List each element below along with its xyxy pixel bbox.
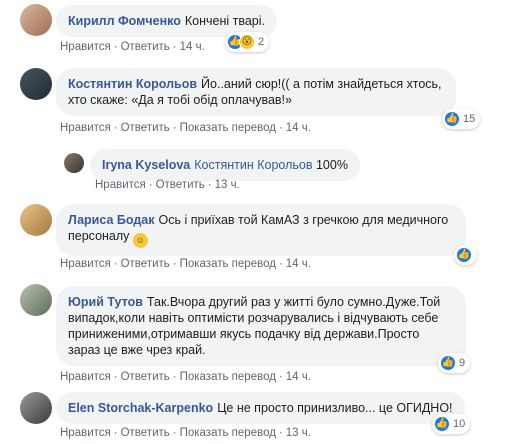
timestamp[interactable]: 14 ч.	[286, 258, 311, 270]
reaction-summary[interactable]: 👍 😮 2	[225, 32, 270, 52]
comment-author[interactable]: Elen Storchak-Karpenko	[68, 401, 213, 415]
reply-link[interactable]: Ответить	[156, 179, 205, 191]
reply-link[interactable]: Ответить	[121, 41, 170, 53]
reply-link[interactable]: Ответить	[121, 427, 170, 439]
comment-text: Кончені тварі.	[184, 14, 266, 28]
comment: Костянтин Корольов Йо..аний сюр!(( а поті…	[0, 62, 511, 142]
reply: Iryna Kyselova Костянтин Корольов 100% Нр…	[0, 145, 511, 195]
timestamp[interactable]: 14 ч.	[180, 41, 205, 53]
comment-actions: Нравится · Ответить · 14 ч.	[60, 41, 205, 53]
reaction-summary[interactable]: 👍 10	[432, 414, 471, 434]
mention[interactable]: Костянтин Корольов	[194, 158, 312, 172]
comment: Elen Storchak-Karpenko Це не просто прини…	[0, 390, 511, 444]
comment-author[interactable]: Юрий Тутов	[68, 295, 143, 309]
timestamp[interactable]: 13 ч.	[286, 427, 311, 439]
like-link[interactable]: Нравится	[60, 41, 111, 53]
avatar[interactable]	[20, 284, 52, 316]
reaction-count: 9	[459, 357, 466, 369]
comment-text: Це не просто принизливо... це ОГИДНО!	[217, 401, 453, 415]
comment-bubble: Iryna Kyselova Костянтин Корольов 100%	[90, 149, 360, 181]
reply-link[interactable]: Ответить	[121, 122, 170, 134]
see-translation-link[interactable]: Показать перевод	[180, 371, 276, 383]
reaction-summary[interactable]: 👍	[454, 245, 477, 265]
comment-bubble: Юрий Тутов Так.Вчора другий раз у житті б…	[56, 286, 466, 366]
avatar[interactable]	[64, 153, 84, 173]
see-translation-link[interactable]: Показать перевод	[180, 122, 276, 134]
comment-actions: Нравится · Ответить · Показать перевод · 14 ч.	[60, 122, 311, 134]
like-icon: 👍	[456, 247, 472, 263]
reaction-count: 2	[258, 36, 265, 48]
like-link[interactable]: Нравится	[60, 427, 111, 439]
see-translation-link[interactable]: Показать перевод	[180, 427, 276, 439]
comment-bubble: Elen Storchak-Karpenko Це не просто прини…	[56, 392, 465, 424]
comment-author[interactable]: Кирилл Фомченко	[68, 14, 181, 28]
reaction-count: 15	[463, 113, 476, 125]
avatar[interactable]	[20, 68, 52, 100]
avatar[interactable]	[20, 392, 52, 424]
comment: Юрий Тутов Так.Вчора другий раз у житті б…	[0, 280, 511, 386]
comment: Лариса Бодак Ось і приїхав той КамАЗ з гр…	[0, 198, 511, 272]
reply-link[interactable]: Ответить	[121, 371, 170, 383]
comment-actions: Нравится · Ответить · Показать перевод · 14 ч.	[60, 258, 311, 270]
reaction-summary[interactable]: 👍 9	[438, 353, 471, 373]
comment-bubble: Костянтин Корольов Йо..аний сюр!(( а поті…	[56, 68, 456, 116]
see-translation-link[interactable]: Показать перевод	[180, 258, 276, 270]
like-link[interactable]: Нравится	[60, 371, 111, 383]
like-icon: 👍	[434, 416, 450, 432]
like-link[interactable]: Нравится	[60, 258, 111, 270]
comment-author[interactable]: Iryna Kyselova	[102, 158, 190, 172]
reaction-summary[interactable]: 👍 15	[442, 109, 481, 129]
like-link[interactable]: Нравится	[95, 179, 146, 191]
avatar[interactable]	[20, 204, 52, 236]
avatar[interactable]	[20, 4, 52, 36]
like-link[interactable]: Нравится	[60, 122, 111, 134]
timestamp[interactable]: 14 ч.	[286, 122, 311, 134]
timestamp[interactable]: 13 ч.	[215, 179, 240, 191]
like-icon: 👍	[444, 111, 460, 127]
comment: Кирилл Фомченко Кончені тварі. 👍 😮 2 Нрави…	[0, 0, 511, 58]
comment-bubble: Лариса Бодак Ось і приїхав той КамАЗ з гр…	[56, 204, 466, 256]
comment-author[interactable]: Костянтин Корольов	[68, 77, 197, 91]
like-icon: 👍	[440, 355, 456, 371]
reply-link[interactable]: Ответить	[121, 258, 170, 270]
wow-icon: 😮	[239, 34, 255, 50]
comment-text: 100%	[315, 158, 348, 172]
comment-actions: Нравится · Ответить · Показать перевод · 13 ч.	[60, 427, 311, 439]
timestamp[interactable]: 14 ч.	[286, 371, 311, 383]
comment-actions: Нравится · Ответить · Показать перевод · 14 ч.	[60, 371, 311, 383]
comment-actions: Нравится · Ответить · 13 ч.	[95, 179, 240, 191]
reaction-count: 10	[453, 418, 466, 430]
comment-author[interactable]: Лариса Бодак	[68, 213, 154, 227]
smiling-face-icon: ☺	[132, 232, 148, 248]
